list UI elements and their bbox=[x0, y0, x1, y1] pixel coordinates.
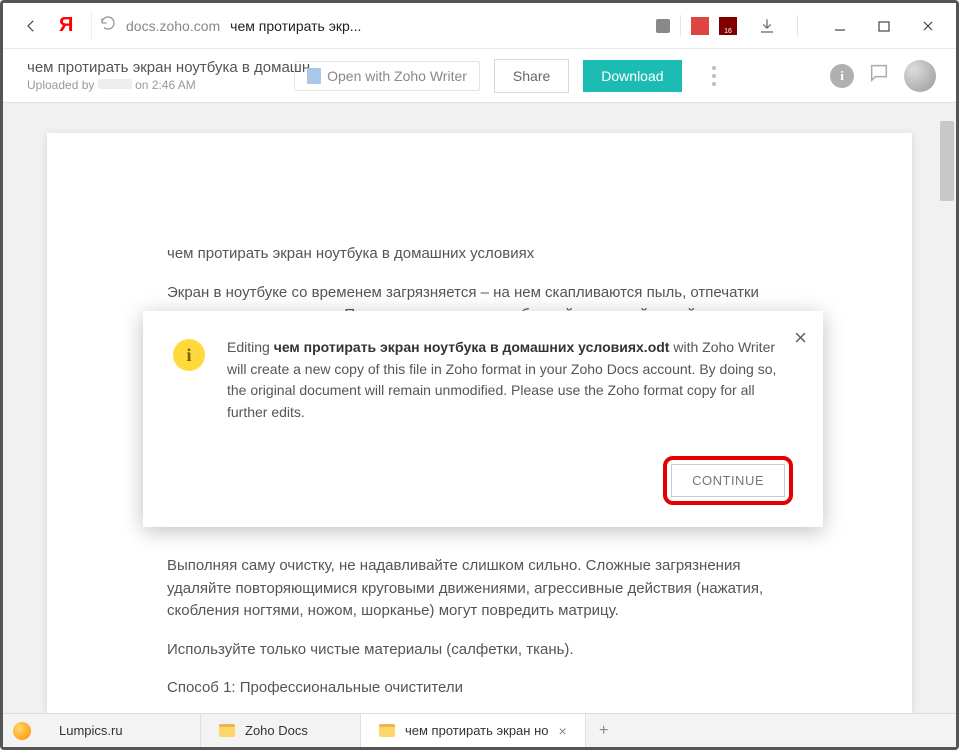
avatar[interactable] bbox=[904, 60, 936, 92]
download-button[interactable]: Download bbox=[583, 60, 681, 92]
minimize-button[interactable] bbox=[820, 11, 860, 41]
window-controls bbox=[820, 11, 948, 41]
uploaded-suffix: on 2:46 AM bbox=[135, 78, 196, 92]
url-host: docs.zoho.com bbox=[126, 18, 220, 34]
tab-close-icon[interactable]: × bbox=[558, 723, 566, 739]
comments-icon[interactable] bbox=[868, 62, 890, 89]
open-with-label: Open with Zoho Writer bbox=[327, 68, 467, 84]
continue-button[interactable]: CONTINUE bbox=[671, 464, 785, 497]
separator bbox=[680, 15, 681, 37]
doc-paragraph: Используйте только чистые материалы (сал… bbox=[167, 639, 792, 662]
dialog-text-before: Editing bbox=[227, 339, 274, 355]
lock-icon[interactable] bbox=[656, 19, 670, 33]
document-subtitle: Uploaded by on 2:46 AM bbox=[27, 78, 310, 92]
taskbar: Lumpics.ru Zoho Docs чем протирать экран… bbox=[3, 713, 956, 747]
separator bbox=[797, 15, 798, 37]
taskbar-add-tab[interactable]: + bbox=[586, 714, 622, 747]
document-title: чем протирать экран ноутбука в домашн bbox=[27, 59, 310, 76]
downloads-icon[interactable] bbox=[747, 11, 787, 41]
ublock-badge: 16 bbox=[724, 28, 732, 35]
confirm-dialog: × i Editing чем протирать экран ноутбука… bbox=[143, 311, 823, 527]
scrollbar-thumb[interactable] bbox=[940, 121, 954, 201]
dialog-filename: чем протирать экран ноутбука в домашних … bbox=[274, 339, 670, 355]
ublock-extension-icon[interactable]: 16 bbox=[719, 17, 737, 35]
lastfm-extension-icon[interactable] bbox=[691, 17, 709, 35]
doc-paragraph: Выполняя саму очистку, не надавливайте с… bbox=[167, 555, 792, 623]
uploaded-prefix: Uploaded by bbox=[27, 78, 94, 92]
taskbar-tab-zohodocs[interactable]: Zoho Docs bbox=[201, 714, 361, 747]
taskbar-tab-label: Zoho Docs bbox=[245, 723, 308, 738]
maximize-button[interactable] bbox=[864, 11, 904, 41]
document-icon bbox=[307, 68, 321, 84]
taskbar-tab-lumpics[interactable]: Lumpics.ru bbox=[41, 714, 201, 747]
back-button[interactable] bbox=[11, 11, 51, 41]
info-icon: i bbox=[173, 339, 205, 371]
folder-icon bbox=[379, 724, 395, 737]
start-button[interactable] bbox=[3, 714, 41, 747]
doc-heading: чем протирать экран ноутбука в домашних … bbox=[167, 243, 792, 266]
yandex-logo[interactable]: Я bbox=[59, 14, 83, 38]
taskbar-tab-active[interactable]: чем протирать экран но × bbox=[361, 714, 586, 747]
taskbar-tab-label: Lumpics.ru bbox=[59, 723, 123, 738]
more-menu-icon[interactable] bbox=[702, 66, 726, 86]
dialog-text: Editing чем протирать экран ноутбука в д… bbox=[227, 337, 793, 424]
orb-icon bbox=[13, 722, 31, 740]
vertical-scrollbar[interactable] bbox=[938, 103, 956, 713]
uploader-blur bbox=[98, 79, 132, 89]
highlight-ring: CONTINUE bbox=[663, 456, 793, 505]
browser-toolbar: Я docs.zoho.com чем протирать экр... 16 bbox=[3, 3, 956, 49]
info-icon[interactable]: i bbox=[830, 64, 854, 88]
app-toolbar: чем протирать экран ноутбука в домашн Up… bbox=[3, 49, 956, 103]
dialog-close-button[interactable]: × bbox=[794, 325, 807, 351]
url-query: чем протирать экр... bbox=[230, 18, 361, 34]
reload-icon[interactable] bbox=[100, 15, 116, 36]
open-with-button[interactable]: Open with Zoho Writer bbox=[294, 61, 480, 91]
doc-paragraph: Способ 1: Профессиональные очистители bbox=[167, 677, 792, 700]
close-window-button[interactable] bbox=[908, 11, 948, 41]
taskbar-tab-label: чем протирать экран но bbox=[405, 723, 548, 738]
share-button[interactable]: Share bbox=[494, 59, 569, 93]
document-meta: чем протирать экран ноутбука в домашн Up… bbox=[27, 59, 310, 92]
address-bar[interactable]: docs.zoho.com чем протирать экр... bbox=[91, 11, 648, 41]
folder-icon bbox=[219, 724, 235, 737]
address-bar-right: 16 bbox=[656, 11, 798, 41]
